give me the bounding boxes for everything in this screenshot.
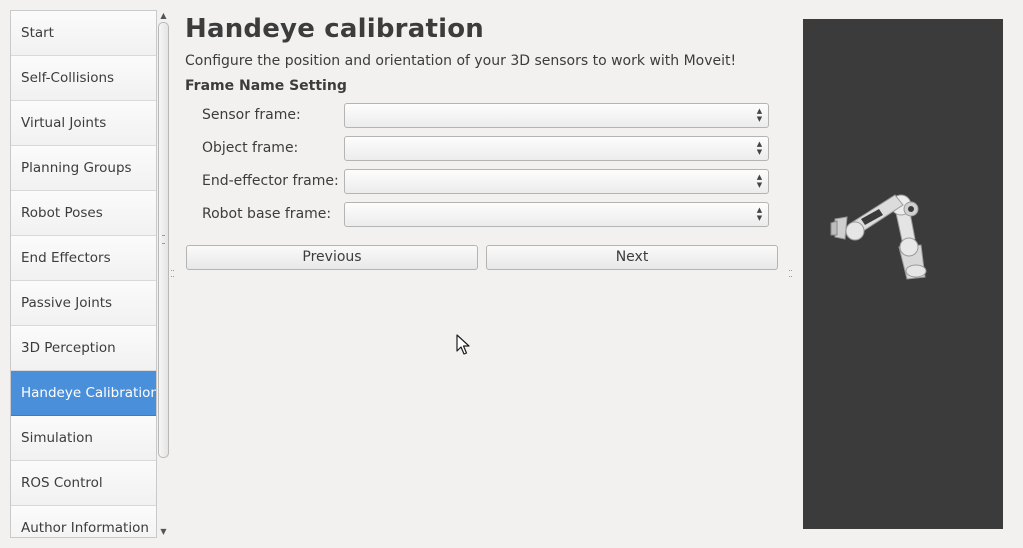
sidebar-item-virtual-joints[interactable]: Virtual Joints [11,101,156,146]
sidebar-item-3d-perception[interactable]: 3D Perception [11,326,156,371]
right-splitter-handle[interactable] [789,270,792,277]
sidebar-item-self-collisions[interactable]: Self-Collisions [11,56,156,101]
sidebar-item-handeye-calibration[interactable]: Handeye Calibration [11,371,156,416]
sidebar-nav: Start Self-Collisions Virtual Joints Pla… [10,10,157,538]
sidebar-item-ros-control[interactable]: ROS Control [11,461,156,506]
left-splitter-handle[interactable] [171,270,174,277]
updown-arrows-icon: ▲ ▼ [756,206,763,222]
page-description: Configure the position and orientation o… [185,53,737,69]
end-effector-frame-combobox[interactable]: ▲ ▼ [344,169,769,194]
object-frame-label: Object frame: [202,140,299,156]
sensor-frame-combobox[interactable]: ▲ ▼ [344,103,769,128]
robot-arm-model [830,194,927,280]
scroll-up-arrow-icon[interactable]: ▲ [157,10,170,22]
robot-3d-viewer[interactable] [803,19,1003,529]
robot-base-frame-combobox[interactable]: ▲ ▼ [344,202,769,227]
scrollbar-thumb[interactable] [158,22,169,458]
scroll-down-arrow-icon[interactable]: ▼ [157,526,170,538]
sidebar-item-simulation[interactable]: Simulation [11,416,156,461]
updown-arrows-icon: ▲ ▼ [756,107,763,123]
mouse-cursor-icon [456,334,470,355]
end-effector-frame-label: End-effector frame: [202,173,339,189]
next-button[interactable]: Next [486,245,778,270]
sidebar-item-end-effectors[interactable]: End Effectors [11,236,156,281]
sidebar-item-planning-groups[interactable]: Planning Groups [11,146,156,191]
sensor-frame-label: Sensor frame: [202,107,301,123]
sidebar-item-start[interactable]: Start [11,11,156,56]
page-title: Handeye calibration [185,14,484,44]
updown-arrows-icon: ▲ ▼ [756,140,763,156]
robot-base-frame-label: Robot base frame: [202,206,332,222]
sidebar-item-robot-poses[interactable]: Robot Poses [11,191,156,236]
updown-arrows-icon: ▲ ▼ [756,173,763,189]
section-title: Frame Name Setting [185,78,347,94]
sidebar-item-passive-joints[interactable]: Passive Joints [11,281,156,326]
object-frame-combobox[interactable]: ▲ ▼ [344,136,769,161]
sidebar-item-author-information[interactable]: Author Information [11,506,156,537]
previous-button[interactable]: Previous [186,245,478,270]
sidebar-scrollbar[interactable]: ▲ ▼ [157,10,170,538]
